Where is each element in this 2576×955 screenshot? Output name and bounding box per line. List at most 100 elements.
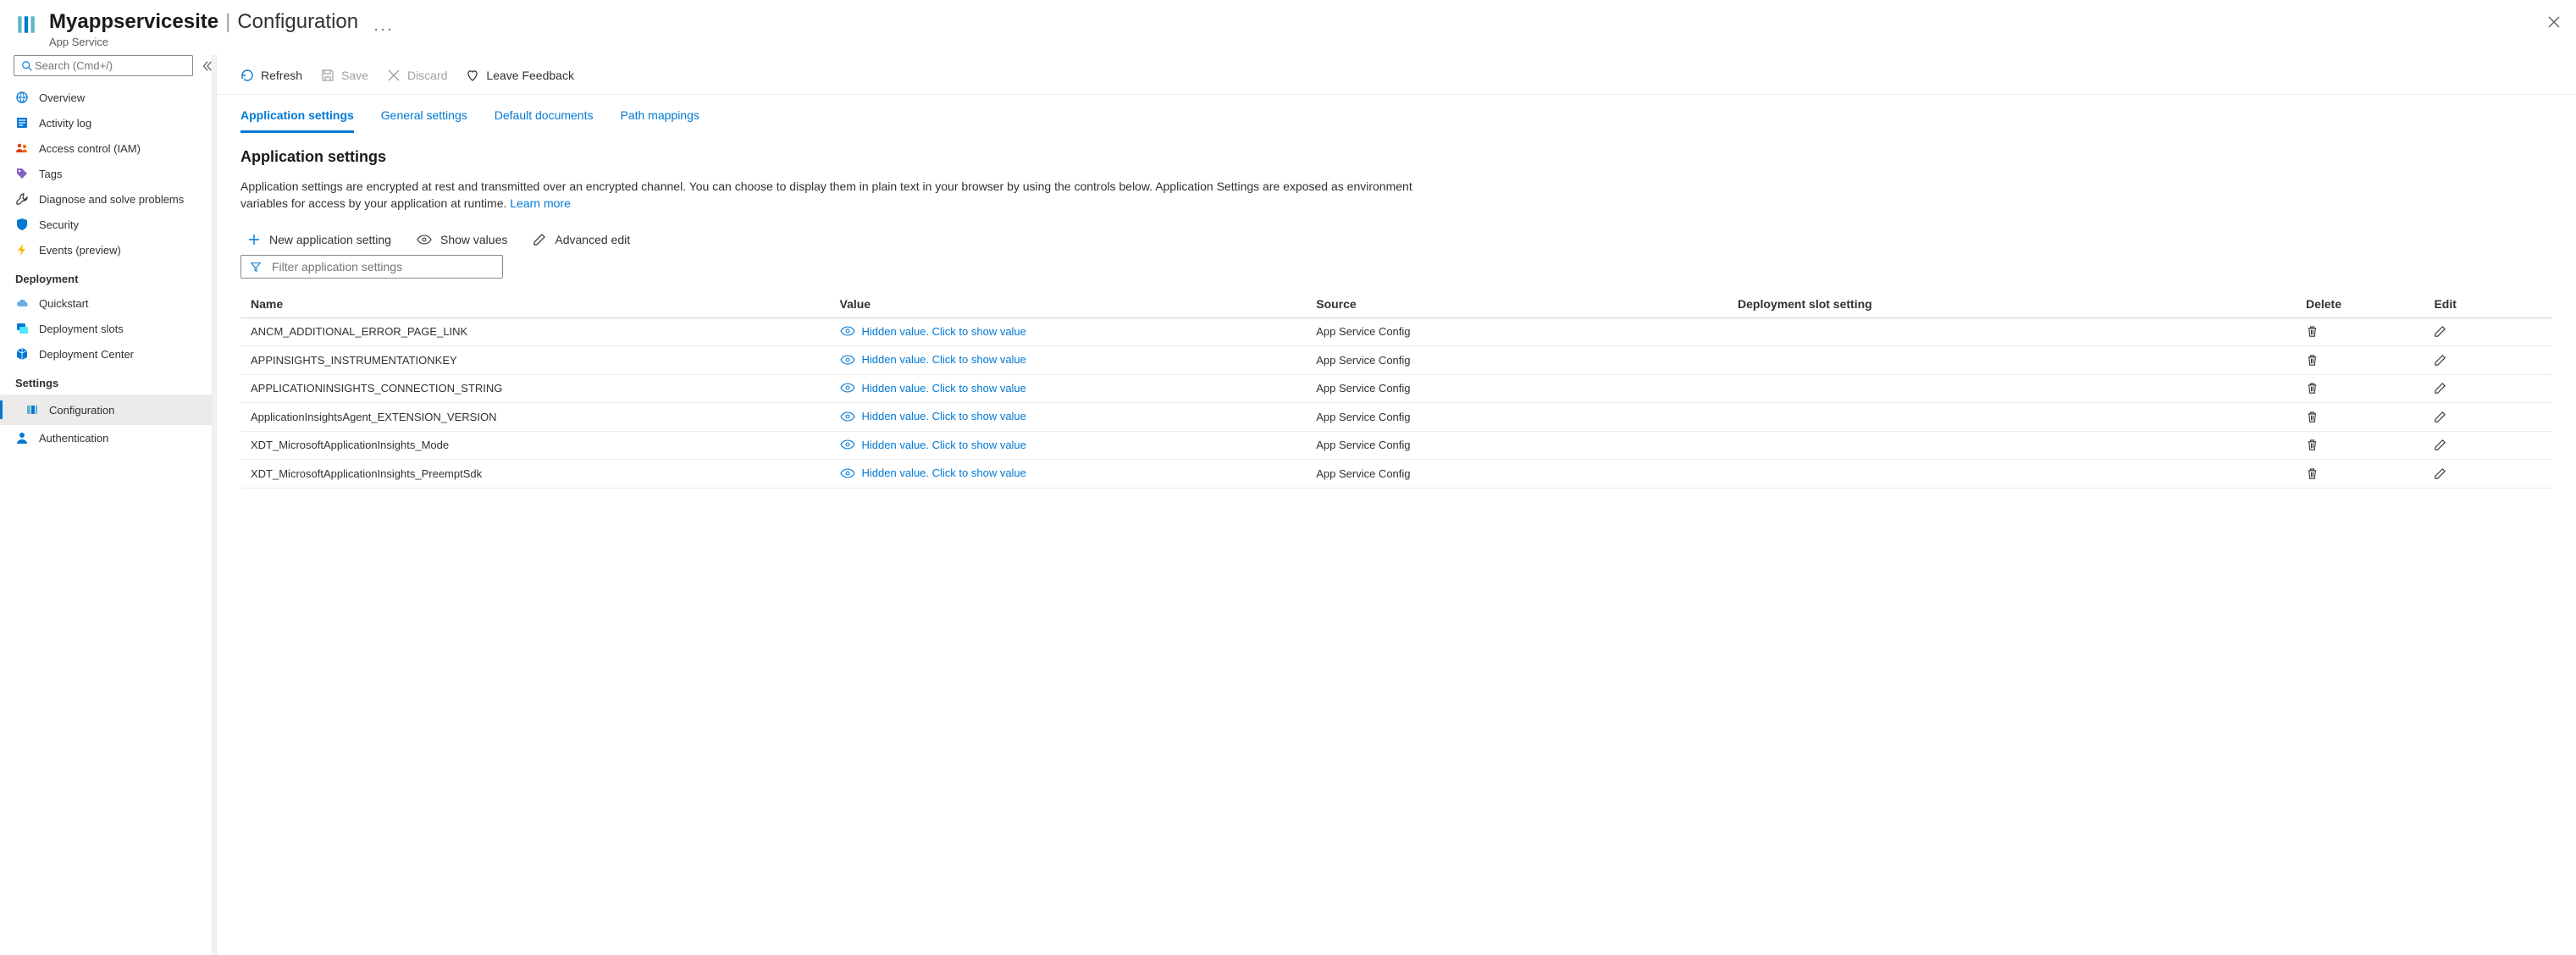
settings-table: Name Value Source Deployment slot settin… [240,290,2552,489]
show-values-label: Show values [440,233,507,246]
delete-row-button[interactable] [2296,403,2424,432]
setting-source: App Service Config [1306,317,1727,346]
reveal-value-button[interactable]: Hidden value. Click to show value [840,439,1026,451]
nav-iam[interactable]: Access control (IAM) [0,135,212,161]
nav-activity[interactable]: Activity log [0,110,212,135]
nav-deploy-slots[interactable]: Deployment slots [0,316,212,341]
collapse-sidebar-button[interactable] [202,60,212,72]
hidden-value-label: Hidden value. Click to show value [862,466,1026,479]
slot-setting-cell [1727,317,2296,346]
delete-row-button[interactable] [2296,431,2424,460]
learn-more-link[interactable]: Learn more [510,196,571,210]
feedback-button[interactable]: Leave Feedback [466,69,574,82]
edit-row-button[interactable] [2424,346,2552,375]
resource-name: Myappservicesite [49,10,218,34]
main-content: Refresh Save Discard Leave Feedback Appl… [217,55,2576,955]
tab-path[interactable]: Path mappings [620,108,699,133]
setting-source: App Service Config [1306,431,1727,460]
globe-icon [15,91,29,104]
bars-icon [25,403,39,417]
setting-source: App Service Config [1306,346,1727,375]
cube-icon [15,347,29,361]
refresh-button[interactable]: Refresh [240,69,302,82]
nav-authentication[interactable]: Authentication [0,425,212,450]
col-value[interactable]: Value [830,290,1307,318]
reveal-value-button[interactable]: Hidden value. Click to show value [840,325,1026,338]
nav-security[interactable]: Security [0,212,212,237]
setting-source: App Service Config [1306,403,1727,432]
delete-row-button[interactable] [2296,317,2424,346]
save-icon [321,69,334,82]
setting-name: XDT_MicrosoftApplicationInsights_Preempt… [240,460,830,489]
section-description-text: Application settings are encrypted at re… [240,179,1412,210]
search-icon [21,60,33,72]
edit-row-button[interactable] [2424,317,2552,346]
more-actions-button[interactable]: ··· [373,20,394,38]
close-button[interactable] [2547,15,2561,29]
edit-row-button[interactable] [2424,431,2552,460]
col-source[interactable]: Source [1306,290,1727,318]
col-slot[interactable]: Deployment slot setting [1727,290,2296,318]
reveal-value-button[interactable]: Hidden value. Click to show value [840,410,1026,422]
filter-box[interactable] [240,255,503,279]
nav-quickstart[interactable]: Quickstart [0,290,212,316]
setting-source: App Service Config [1306,460,1727,489]
delete-row-button[interactable] [2296,346,2424,375]
sidebar-search-input[interactable] [33,58,185,73]
hidden-value-label: Hidden value. Click to show value [862,439,1026,451]
eye-icon [840,326,855,336]
nav-deploy-center[interactable]: Deployment Center [0,341,212,367]
delete-row-button[interactable] [2296,460,2424,489]
section-description: Application settings are encrypted at re… [240,178,1443,213]
trash-icon [2306,325,2414,338]
pencil-icon [533,233,546,246]
col-name[interactable]: Name [240,290,830,318]
nav-tags[interactable]: Tags [0,161,212,186]
tab-gen[interactable]: General settings [381,108,467,133]
nav-configuration[interactable]: Configuration [0,395,212,425]
nav-overview[interactable]: Overview [0,85,212,110]
delete-row-button[interactable] [2296,374,2424,403]
edit-row-button[interactable] [2424,403,2552,432]
trash-icon [2306,411,2414,423]
nav-item-label: Tags [39,168,62,180]
reveal-value-button[interactable]: Hidden value. Click to show value [840,353,1026,366]
table-row: APPINSIGHTS_INSTRUMENTATIONKEYHidden val… [240,346,2552,375]
pencil-icon [2434,439,2542,451]
advanced-edit-button[interactable]: Advanced edit [533,233,630,246]
sidebar-search[interactable] [14,55,193,76]
discard-label: Discard [407,69,447,82]
slot-setting-cell [1727,374,2296,403]
tab-docs[interactable]: Default documents [495,108,594,133]
table-row: XDT_MicrosoftApplicationInsights_Mode Hid… [240,431,2552,460]
nav-item-label: Events (preview) [39,244,121,257]
trash-icon [2306,467,2414,480]
edit-row-button[interactable] [2424,460,2552,489]
reveal-value-button[interactable]: Hidden value. Click to show value [840,382,1026,395]
edit-row-button[interactable] [2424,374,2552,403]
refresh-label: Refresh [261,69,302,82]
nav-events[interactable]: Events (preview) [0,237,212,262]
tabs: Application settings General settings Defa… [217,95,2576,133]
discard-icon [387,69,401,82]
setting-name: XDT_MicrosoftApplicationInsights_Mode [240,431,830,460]
reveal-value-button[interactable]: Hidden value. Click to show value [840,466,1026,479]
pencil-icon [2434,467,2542,480]
nav-item-label: Security [39,218,79,231]
discard-button: Discard [387,69,447,82]
hidden-value-label: Hidden value. Click to show value [862,325,1026,338]
filter-input[interactable] [270,259,494,274]
trash-icon [2306,354,2414,367]
sidebar: OverviewActivity logAccess control (IAM)… [0,55,212,955]
table-row: ANCM_ADDITIONAL_ERROR_PAGE_LINKHidden va… [240,317,2552,346]
new-setting-button[interactable]: New application setting [247,233,391,246]
trash-icon [2306,382,2414,395]
show-values-button[interactable]: Show values [417,233,507,246]
slots-icon [15,322,29,335]
bolt-icon [15,243,29,257]
tab-app[interactable]: Application settings [240,108,354,133]
table-row: XDT_MicrosoftApplicationInsights_Preempt… [240,460,2552,489]
nav-diagnose[interactable]: Diagnose and solve problems [0,186,212,212]
table-row: APPLICATIONINSIGHTS_CONNECTION_STRINGHid… [240,374,2552,403]
col-edit: Edit [2424,290,2552,318]
